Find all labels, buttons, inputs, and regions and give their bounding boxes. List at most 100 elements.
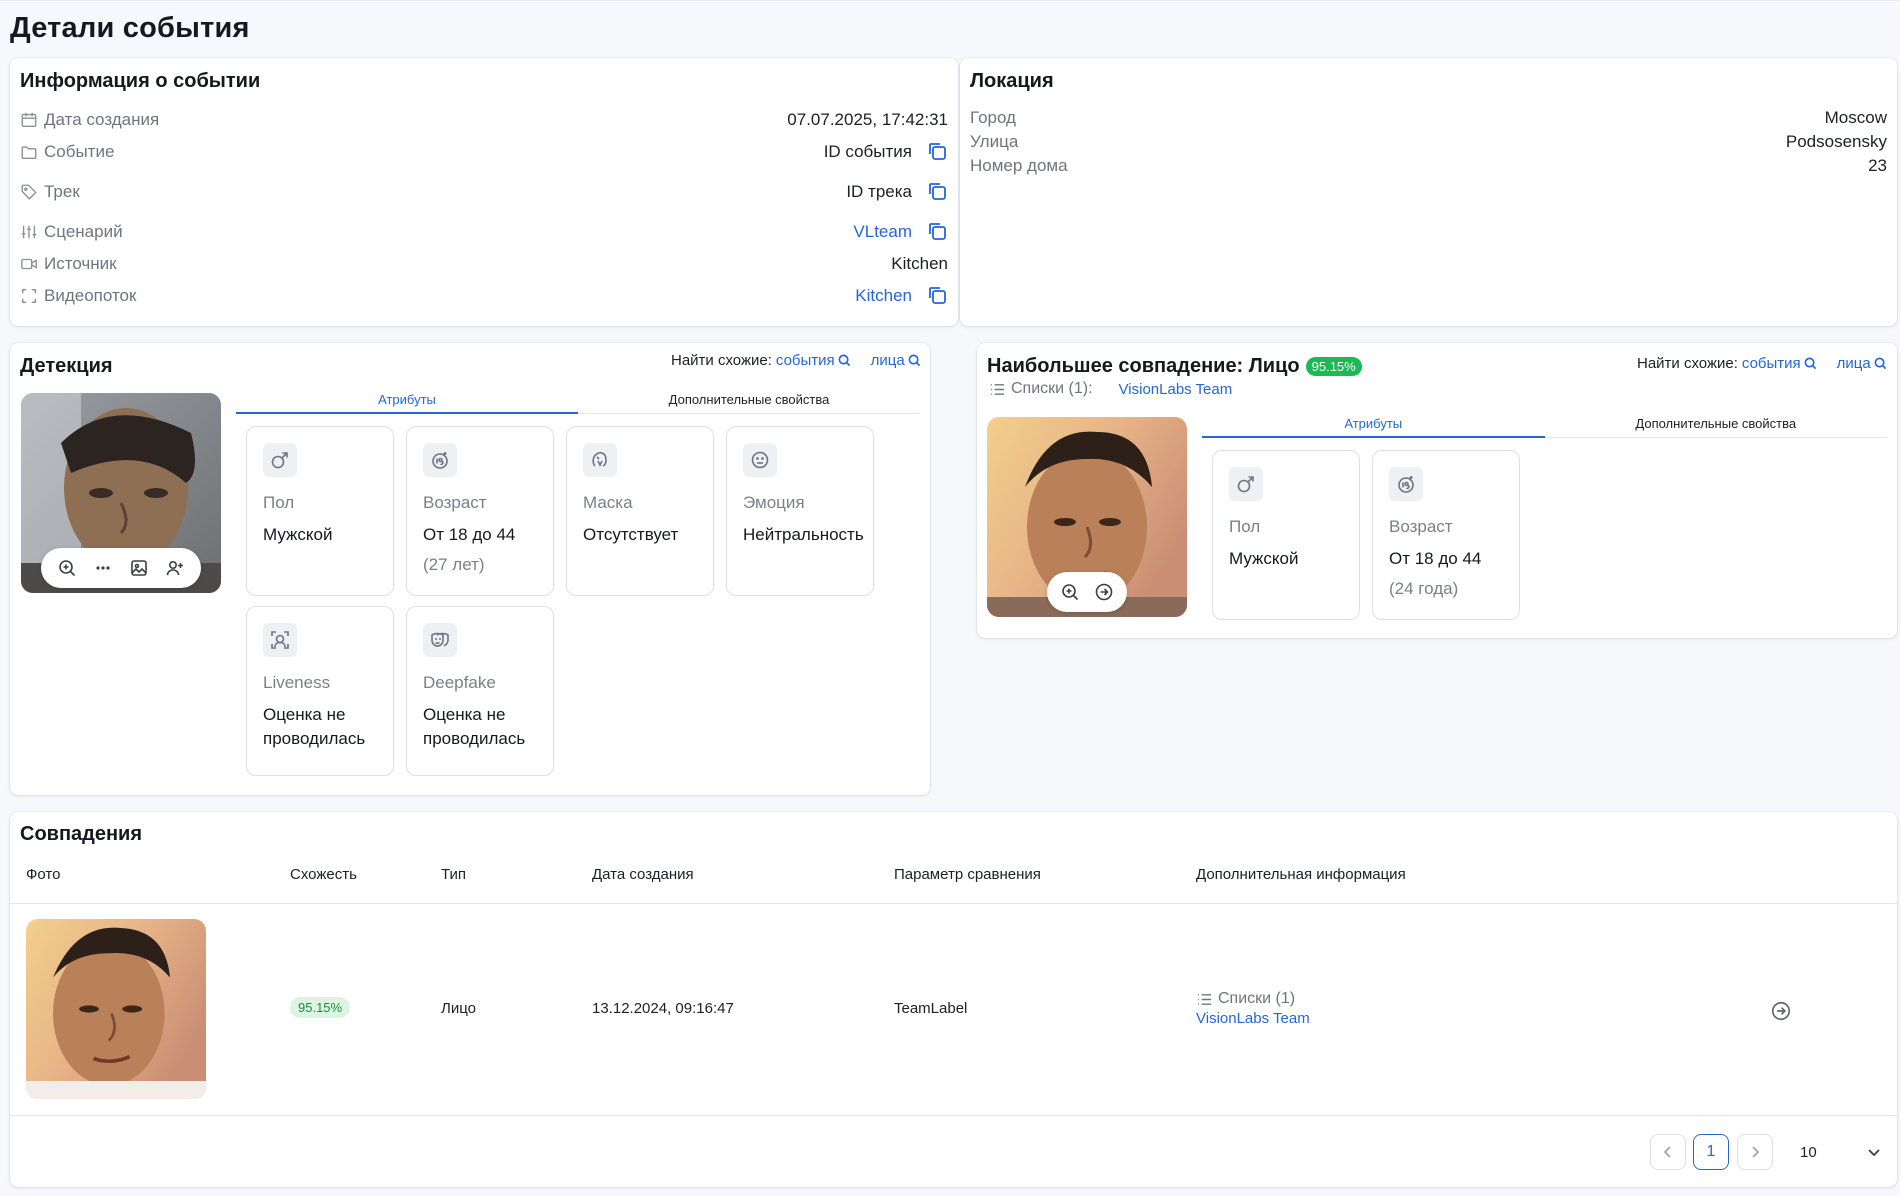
best-match-list-link[interactable]: VisionLabs Team	[1119, 381, 1233, 398]
page-size-value: 10	[1800, 1143, 1817, 1161]
open-match-button[interactable]	[1091, 579, 1117, 605]
detection-photo[interactable]	[21, 393, 221, 593]
arrow-right-circle-icon	[1771, 1001, 1791, 1021]
find-similar-events-link[interactable]: события	[776, 352, 851, 369]
copy-scenario-button[interactable]	[926, 220, 950, 244]
pagination-next-button[interactable]	[1737, 1134, 1773, 1170]
scenario-link[interactable]: VLteam	[853, 222, 912, 242]
info-value-event: ID события	[823, 142, 912, 161]
more-options-button[interactable]	[90, 555, 116, 581]
calendar-icon	[21, 112, 37, 127]
attribute-name: Deepfake	[423, 673, 496, 692]
attribute-value: От 18 до 44	[423, 525, 516, 544]
info-row-track: Трек ID трека	[20, 180, 948, 204]
deepfake-icon	[431, 632, 449, 647]
copy-event-id-button[interactable]	[926, 140, 950, 164]
mask-icon	[592, 451, 607, 467]
attribute-value: Отсутствует	[583, 525, 679, 544]
attribute-card-emotion: Эмоция Нейтральность	[726, 426, 874, 596]
copy-stream-button[interactable]	[926, 284, 950, 308]
attribute-card-gender: Пол Мужской	[1212, 450, 1360, 620]
location-title: Локация	[970, 70, 1054, 92]
attribute-value: От 18 до 44	[1389, 549, 1482, 568]
location-value-street: Podsosensky	[1785, 132, 1887, 151]
match-list-link[interactable]: VisionLabs Team	[1196, 1010, 1310, 1027]
attribute-value: Мужской	[1229, 549, 1299, 568]
find-similar-events-text: события	[775, 352, 835, 369]
column-header-similarity: Схожесть	[290, 866, 357, 883]
pagination-prev-button[interactable]	[1650, 1134, 1686, 1170]
attribute-value: Нейтральность	[743, 525, 864, 544]
search-icon	[908, 354, 920, 367]
match-created: 13.12.2024, 09:16:47	[592, 1000, 734, 1017]
attribute-sub: (27 лет)	[423, 555, 485, 574]
detection-find-similar: Найти схожие: события лица	[671, 352, 921, 369]
find-similar-faces-link[interactable]: лица	[871, 352, 921, 369]
full-frame-button[interactable]	[126, 555, 152, 581]
find-similar-events-link[interactable]: события	[1742, 355, 1817, 372]
info-label-stream: Видеопоток	[44, 286, 137, 305]
match-face-image	[26, 919, 206, 1099]
find-similar-events-text: события	[1741, 355, 1801, 372]
chevron-right-icon	[1752, 1146, 1760, 1158]
copy-icon	[929, 287, 946, 304]
search-icon	[838, 354, 850, 367]
more-horizontal-icon	[96, 566, 110, 570]
tab-additional-properties[interactable]: Дополнительные свойства	[578, 388, 920, 413]
best-match-photo-toolbar	[1047, 572, 1127, 612]
info-label-source: Источник	[44, 254, 117, 273]
attribute-name: Пол	[1229, 517, 1261, 536]
matches-title: Совпадения	[20, 823, 143, 845]
attribute-card-liveness: Liveness Оценка не проводилась	[246, 606, 394, 776]
find-similar-label: Найти схожие:	[1637, 355, 1738, 372]
column-header-param: Параметр сравнения	[894, 866, 1041, 883]
zoom-in-icon	[1062, 584, 1079, 601]
location-value-city: Moscow	[1824, 108, 1887, 127]
tab-attributes[interactable]: Атрибуты	[236, 388, 578, 414]
image-icon	[131, 560, 147, 576]
pagination-page-1[interactable]: 1	[1693, 1134, 1729, 1170]
tab-attributes[interactable]: Атрибуты	[1202, 412, 1545, 438]
info-label-event: Событие	[44, 142, 115, 161]
page-title: Детали события	[10, 12, 250, 44]
attribute-sub: (24 года)	[1389, 579, 1459, 598]
stream-link[interactable]: Kitchen	[855, 286, 912, 306]
similarity-badge: 95.15%	[290, 997, 351, 1018]
find-similar-faces-link[interactable]: лица	[1837, 355, 1887, 372]
zoom-in-icon	[59, 560, 76, 577]
detection-card: Детекция Найти схожие: события лица Атри…	[10, 343, 930, 795]
zoom-in-button[interactable]	[1057, 579, 1083, 605]
tab-additional-properties[interactable]: Дополнительные свойства	[1545, 412, 1888, 437]
page-size-select[interactable]: 10	[1790, 1134, 1890, 1170]
best-match-photo[interactable]	[987, 417, 1187, 617]
attribute-value: Оценка не проводилась	[423, 705, 526, 748]
location-value-house: 23	[1868, 156, 1887, 175]
gender-male-icon	[1237, 476, 1254, 493]
best-match-find-similar: Найти схожие: события лица	[1637, 355, 1887, 372]
copy-track-id-button[interactable]	[926, 180, 950, 204]
search-icon	[1804, 357, 1816, 370]
add-person-button[interactable]	[162, 555, 188, 581]
open-match-row-button[interactable]	[1770, 1000, 1792, 1022]
info-value-source: Kitchen	[891, 254, 948, 273]
attribute-card-age: Возраст От 18 до 44 (27 лет)	[406, 426, 554, 596]
info-row-created: Дата создания 07.07.2025, 17:42:31	[20, 108, 948, 132]
info-value-track: ID трека	[846, 182, 912, 201]
match-type: Лицо	[441, 1000, 476, 1017]
attribute-card-mask: Маска Отсутствует	[566, 426, 714, 596]
zoom-in-button[interactable]	[54, 555, 80, 581]
location-label-street: Улица	[970, 132, 1019, 151]
info-label-track: Трек	[44, 182, 80, 201]
list-icon	[1197, 993, 1212, 1005]
attribute-card-age: Возраст От 18 до 44 (24 года)	[1372, 450, 1520, 620]
table-row[interactable]: 95.15% Лицо 13.12.2024, 09:16:47 TeamLab…	[10, 904, 1897, 1115]
age-18-icon	[1398, 476, 1414, 493]
match-photo[interactable]	[26, 919, 206, 1099]
attribute-name: Пол	[263, 493, 295, 512]
attribute-name: Возраст	[1389, 517, 1453, 536]
attribute-card-deepfake: Deepfake Оценка не проводилась	[406, 606, 554, 776]
event-info-card: Информация о событии Дата создания 07.07…	[10, 58, 958, 326]
match-extra-info: Списки (1) VisionLabs Team	[1196, 990, 1310, 1027]
attribute-name: Маска	[583, 493, 633, 512]
info-row-stream: Видеопоток Kitchen	[20, 284, 948, 308]
